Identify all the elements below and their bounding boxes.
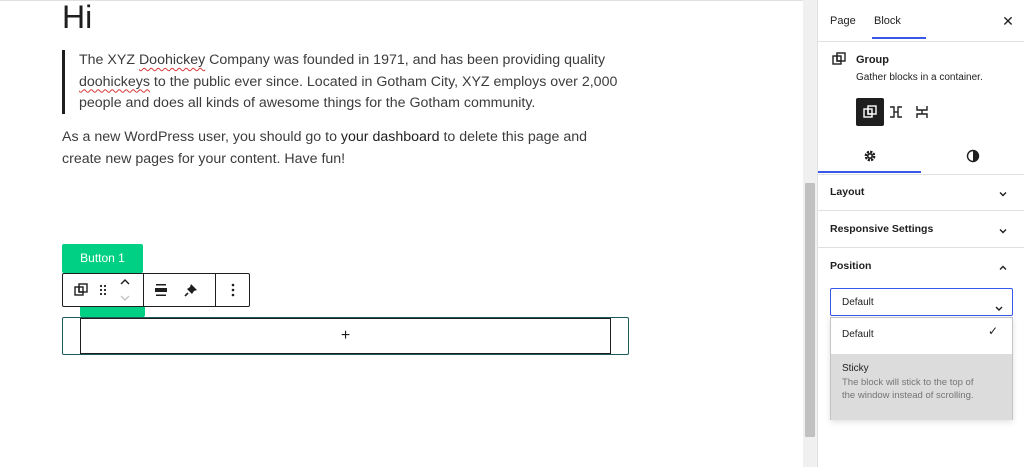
quote-text-part: Company was founded in 1971, and has bee…	[205, 52, 606, 68]
quote-text[interactable]: The XYZ Doohickey Company was founded in…	[79, 50, 639, 115]
tab-page[interactable]: Page	[830, 0, 856, 40]
toolbar-divider	[143, 274, 144, 306]
option-label: Sticky	[842, 363, 869, 374]
block-description: Gather blocks in a container.	[856, 72, 983, 83]
panel-title: Layout	[830, 186, 865, 198]
move-down-button[interactable]	[115, 290, 135, 306]
chevron-up-icon	[998, 260, 1008, 278]
panel-title: Responsive Settings	[830, 223, 934, 235]
move-up-icon	[120, 279, 130, 285]
group-icon	[863, 105, 877, 118]
editor-canvas: Hi The XYZ Doohickey Company was founded…	[0, 0, 803, 467]
position-select[interactable]: Default	[830, 288, 1013, 316]
active-tab-indicator	[872, 37, 926, 39]
stack-icon	[916, 106, 928, 118]
pin-icon	[184, 284, 197, 297]
more-options-icon	[231, 283, 235, 297]
quote-text-part: The XYZ	[79, 52, 139, 68]
settings-style-tabs	[818, 138, 1024, 175]
block-toolbar	[62, 273, 250, 307]
group-block-button[interactable]	[67, 274, 95, 306]
quote-text-part: to the public ever since. Located in Got…	[79, 73, 618, 112]
variation-row-button[interactable]	[882, 98, 910, 126]
block-name: Group	[856, 54, 889, 66]
quote-block[interactable]: The XYZ Doohickey Company was founded in…	[62, 50, 625, 114]
move-down-icon	[120, 295, 130, 301]
gear-icon	[864, 150, 875, 161]
misspelled-word: doohickeys	[79, 73, 150, 90]
justify-button[interactable]	[147, 274, 175, 306]
tab-settings[interactable]	[818, 138, 921, 173]
settings-sidebar: Page Block ✕ Group Gather blocks in a co…	[817, 0, 1024, 467]
sidebar-tabs: Page Block ✕	[818, 0, 1024, 42]
button-block-edge	[80, 307, 145, 317]
group-icon	[832, 52, 846, 71]
button-block[interactable]: Button 1	[62, 244, 143, 273]
block-card: Group Gather blocks in a container.	[818, 42, 1024, 132]
move-up-button[interactable]	[115, 274, 135, 290]
close-sidebar-button[interactable]: ✕	[998, 11, 1018, 31]
group-icon	[74, 283, 88, 296]
option-default[interactable]: Default ✓	[831, 318, 1012, 353]
option-description: The block will stick to the top of the w…	[842, 377, 974, 401]
panel-position[interactable]: Position	[818, 248, 1024, 284]
drag-handle-icon	[99, 284, 107, 296]
row-icon	[890, 106, 902, 118]
panel-responsive-settings[interactable]: Responsive Settings	[818, 211, 1024, 248]
toolbar-divider	[215, 274, 216, 306]
chevron-down-icon	[998, 186, 1008, 204]
scrollbar-thumb[interactable]	[805, 183, 815, 437]
block-appender[interactable]: +	[80, 318, 611, 354]
position-dropdown: Default ✓ Sticky The block will stick to…	[830, 317, 1013, 420]
pin-button[interactable]	[177, 274, 205, 306]
option-sticky[interactable]: Sticky The block will stick to the top o…	[831, 354, 1012, 420]
paragraph-text: As a new WordPress user, you should go t…	[62, 129, 341, 145]
tab-styles[interactable]	[921, 138, 1024, 173]
misspelled-word: Doohickey	[138, 52, 206, 68]
contrast-icon	[966, 149, 979, 162]
select-value: Default	[842, 297, 874, 308]
variation-stack-button[interactable]	[908, 98, 936, 126]
variation-group-button[interactable]	[856, 98, 884, 126]
panel-layout[interactable]: Layout	[818, 174, 1024, 211]
panel-title: Position	[830, 260, 872, 272]
tab-block[interactable]: Block	[874, 0, 901, 40]
heading-block[interactable]: Hi	[62, 0, 92, 36]
drag-handle[interactable]	[95, 274, 111, 306]
close-icon: ✕	[1002, 13, 1014, 29]
dashboard-link[interactable]: your dashboard	[341, 129, 440, 145]
chevron-down-icon	[995, 299, 1003, 317]
check-icon: ✓	[988, 324, 999, 338]
chevron-down-icon	[998, 223, 1008, 241]
more-options-button[interactable]	[219, 274, 247, 306]
option-label: Default	[842, 329, 874, 340]
active-tab-indicator	[818, 171, 921, 173]
justify-icon	[155, 284, 167, 296]
paragraph-block[interactable]: As a new WordPress user, you should go t…	[62, 127, 622, 170]
top-divider	[0, 0, 803, 1]
